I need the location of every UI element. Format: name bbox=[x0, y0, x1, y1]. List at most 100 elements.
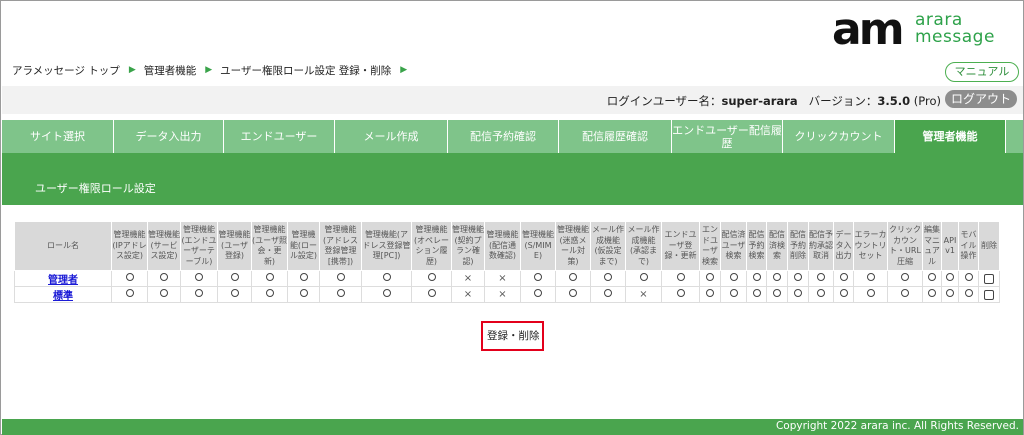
permission-denied-icon: × bbox=[463, 273, 473, 284]
login-username: super-arara bbox=[721, 94, 798, 108]
column-header: 管理機能(IPアドレス設定) bbox=[111, 221, 148, 271]
permission-allowed-icon bbox=[706, 273, 714, 281]
tab-8[interactable]: クリックカウント bbox=[783, 120, 895, 153]
permission-cell bbox=[251, 270, 288, 287]
permission-allowed-icon bbox=[534, 289, 542, 297]
permission-allowed-icon bbox=[604, 273, 612, 281]
permission-allowed-icon bbox=[964, 289, 973, 297]
permission-allowed-icon bbox=[752, 289, 761, 297]
permission-allowed-icon bbox=[639, 273, 648, 281]
permission-cell bbox=[111, 270, 148, 287]
role-link[interactable]: 標準 bbox=[53, 291, 73, 302]
column-header: 配信済ユーザ検索 bbox=[720, 221, 747, 271]
manual-button[interactable]: マニュアル bbox=[945, 62, 1019, 82]
permission-cell bbox=[787, 286, 809, 303]
permission-cell bbox=[720, 286, 747, 303]
arara-message-logo: am arara message bbox=[832, 8, 1012, 52]
permission-allowed-icon bbox=[729, 273, 738, 281]
permission-allowed-icon bbox=[928, 289, 936, 297]
role-permission-table: ロール名 管理機能(IPアドレス設定) 管理機能(サービス設定) 管理機能(エンドユー… bbox=[14, 221, 1000, 303]
permission-allowed-icon bbox=[299, 289, 308, 297]
role-link[interactable]: 管理者 bbox=[48, 275, 78, 286]
permission-cell bbox=[590, 286, 626, 303]
permission-cell bbox=[699, 286, 721, 303]
column-header: 管理機能(オペレーション履歴) bbox=[411, 221, 452, 271]
permission-allowed-icon bbox=[382, 273, 391, 281]
logout-button[interactable]: ログアウト bbox=[945, 90, 1017, 108]
permission-cell bbox=[746, 270, 767, 287]
permission-cell bbox=[147, 286, 181, 303]
breadcrumb-arrow-icon: ▶ bbox=[400, 65, 408, 75]
permission-cell bbox=[411, 286, 452, 303]
permission-allowed-icon bbox=[773, 289, 781, 297]
permission-cell bbox=[287, 286, 320, 303]
permission-cell: × bbox=[625, 286, 662, 303]
permission-cell bbox=[251, 286, 288, 303]
breadcrumb-link-admin[interactable]: 管理者機能 bbox=[144, 63, 197, 78]
column-header-role-name: ロール名 bbox=[14, 221, 112, 271]
site-footer: Copyright 2022 arara inc. All Rights Res… bbox=[2, 419, 1023, 435]
tab-2[interactable]: データ入出力 bbox=[114, 120, 224, 153]
tab-1[interactable]: サイト選択 bbox=[2, 120, 114, 153]
permission-cell bbox=[941, 286, 959, 303]
permission-allowed-icon bbox=[729, 289, 738, 297]
breadcrumb-link-top[interactable]: アラメッセージ トップ bbox=[12, 63, 120, 78]
permission-allowed-icon bbox=[125, 289, 134, 297]
tab-5[interactable]: 配信予約確認 bbox=[448, 120, 559, 153]
delete-checkbox[interactable] bbox=[984, 273, 994, 284]
permission-cell bbox=[922, 286, 942, 303]
column-header: 管理機能(ロール設定) bbox=[287, 221, 320, 271]
permission-cell bbox=[217, 270, 252, 287]
permission-allowed-icon bbox=[604, 289, 612, 297]
permission-allowed-icon bbox=[336, 289, 345, 297]
permission-allowed-icon bbox=[265, 273, 274, 281]
column-header: 管理機能(契約プラン確認) bbox=[451, 221, 485, 271]
column-header: クリックカウント・URL圧縮 bbox=[887, 221, 923, 271]
permission-cell bbox=[147, 270, 181, 287]
permission-cell bbox=[699, 270, 721, 287]
permission-cell bbox=[941, 270, 959, 287]
permission-allowed-icon bbox=[534, 273, 542, 281]
permission-allowed-icon bbox=[946, 273, 954, 281]
permission-cell bbox=[766, 270, 788, 287]
register-delete-button[interactable]: 登録・削除 bbox=[487, 328, 540, 344]
version-label: バージョン： bbox=[808, 94, 878, 108]
permission-cell bbox=[180, 286, 218, 303]
permission-allowed-icon bbox=[427, 289, 436, 297]
permission-allowed-icon bbox=[230, 289, 239, 297]
submit-highlight: 登録・削除 bbox=[481, 321, 544, 351]
tab-3[interactable]: エンドユーザー bbox=[224, 120, 335, 153]
section-band: ユーザー権限ロール設定 bbox=[2, 153, 1023, 205]
delete-checkbox[interactable] bbox=[984, 289, 994, 300]
permission-cell: × bbox=[484, 270, 521, 287]
permission-cell bbox=[520, 286, 556, 303]
permission-allowed-icon bbox=[230, 273, 239, 281]
permission-allowed-icon bbox=[839, 273, 848, 281]
column-header: 管理機能(アドレス登録管理[携帯]) bbox=[319, 221, 362, 271]
permission-cell bbox=[217, 286, 252, 303]
app-window: am arara message アラメッセージ トップ ▶ 管理者機能 ▶ ユ… bbox=[0, 0, 1024, 435]
permission-cell bbox=[555, 270, 591, 287]
permission-cell bbox=[853, 286, 888, 303]
delete-cell bbox=[978, 270, 1000, 287]
column-header: 配信予約削除 bbox=[787, 221, 809, 271]
tab-4[interactable]: メール作成 bbox=[335, 120, 448, 153]
column-header: 管理機能(S/MIME) bbox=[520, 221, 556, 271]
column-header: 管理機能(エンドユーザーテーブル) bbox=[180, 221, 218, 271]
copyright-text: Copyright 2022 arara inc. All Rights Res… bbox=[775, 420, 1019, 432]
tab-9[interactable]: 管理者機能 bbox=[895, 120, 1006, 153]
login-user-label: ログインユーザー名： bbox=[606, 94, 722, 108]
site-header: am arara message bbox=[2, 2, 1023, 52]
column-header: 配信予約承認取消 bbox=[808, 221, 834, 271]
main-tabs: サイト選択 データ入出力 エンドユーザー メール作成 配信予約確認 配信履歴確認 エンドユー… bbox=[2, 120, 1023, 153]
permission-allowed-icon bbox=[752, 273, 761, 281]
permission-cell bbox=[746, 286, 767, 303]
logo-text-message: message bbox=[915, 27, 995, 47]
permission-cell bbox=[766, 286, 788, 303]
permission-cell bbox=[319, 270, 362, 287]
tab-6[interactable]: 配信履歴確認 bbox=[559, 120, 672, 153]
tab-7[interactable]: エンドユーザー配信履歴 bbox=[672, 120, 783, 153]
column-header: メール作成機能(承認まで) bbox=[625, 221, 662, 271]
breadcrumb: アラメッセージ トップ ▶ 管理者機能 ▶ ユーザー権限ロール設定 登録・削除 … bbox=[12, 62, 415, 78]
permission-cell bbox=[625, 270, 662, 287]
